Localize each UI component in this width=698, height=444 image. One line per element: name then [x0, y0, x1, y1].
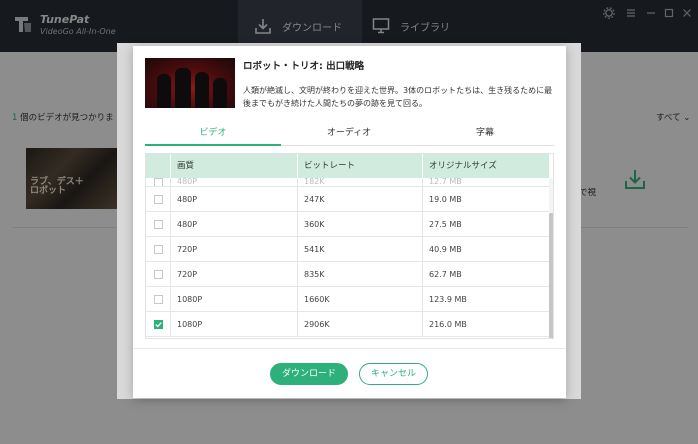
table-row[interactable]: 720P 835K 62.7 MB	[146, 262, 549, 287]
table-body: 480P 182K 12.7 MB 480P 247K 19.0 MB 480P…	[146, 178, 549, 337]
table-header: 画質 ビットレート オリジナルサイズ	[146, 154, 549, 178]
header-size: オリジナルサイズ	[429, 161, 497, 171]
table-row[interactable]: 1080P 2906K 216.0 MB	[146, 312, 549, 337]
dialog-description: 人類が絶滅し、文明が終わりを迎えた世界。3体のロボットたちは、生き残るために最後…	[243, 86, 553, 108]
quality-table: 画質 ビットレート オリジナルサイズ 480P 182K 12.7 MB 480…	[145, 153, 554, 339]
table-row[interactable]: 1080P 1660K 123.9 MB	[146, 287, 549, 312]
table-row[interactable]: 720P 541K 40.9 MB	[146, 237, 549, 262]
row-checkbox-checked[interactable]	[153, 319, 163, 329]
row-checkbox[interactable]	[153, 244, 163, 254]
scrollbar-thumb[interactable]	[549, 213, 553, 338]
header-quality: 画質	[171, 154, 298, 178]
header-bitrate: ビットレート	[298, 154, 423, 178]
row-checkbox[interactable]	[153, 269, 163, 279]
download-options-dialog: ロボット・トリオ: 出口戦略 人類が絶滅し、文明が終わりを迎えた世界。3体のロボ…	[133, 46, 566, 398]
table-row[interactable]: 480P 360K 27.5 MB	[146, 212, 549, 237]
download-button[interactable]: ダウンロード	[270, 363, 348, 385]
tab-video[interactable]: ビデオ	[145, 124, 281, 146]
checkmark-icon	[154, 321, 162, 327]
footer-divider	[133, 348, 566, 349]
dialog-title: ロボット・トリオ: 出口戦略	[243, 61, 365, 72]
table-row[interactable]: 480P 247K 19.0 MB	[146, 187, 549, 212]
tab-audio[interactable]: オーディオ	[281, 124, 417, 146]
tab-subtitles[interactable]: 字幕	[417, 124, 553, 146]
cancel-button[interactable]: キャンセル	[359, 363, 428, 385]
row-checkbox[interactable]	[153, 219, 163, 229]
table-scrollbar[interactable]	[549, 178, 553, 338]
row-checkbox[interactable]	[153, 178, 163, 186]
dialog-thumbnail	[145, 58, 235, 108]
row-checkbox[interactable]	[153, 294, 163, 304]
row-checkbox[interactable]	[153, 194, 163, 204]
table-row[interactable]: 480P 182K 12.7 MB	[146, 178, 549, 187]
dialog-tabs: ビデオ オーディオ 字幕	[145, 124, 554, 146]
